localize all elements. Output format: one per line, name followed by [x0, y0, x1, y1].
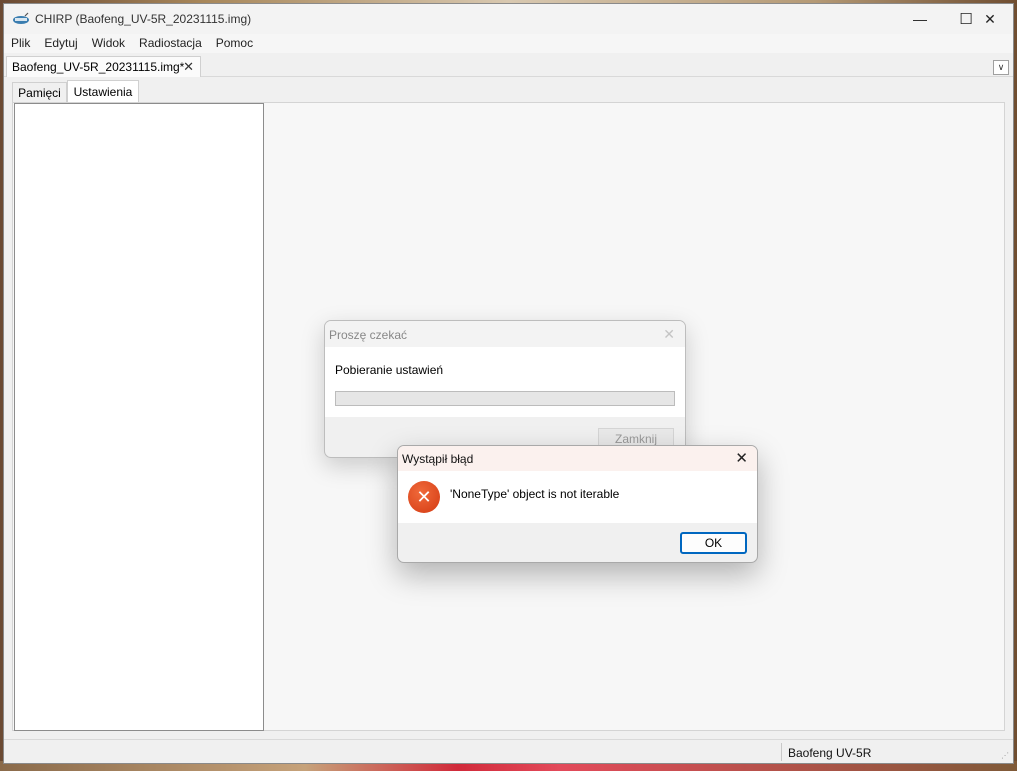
tab-ustawienia[interactable]: Ustawienia	[67, 80, 139, 102]
error-dialog-body: ✕ 'NoneType' object is not iterable	[398, 471, 757, 523]
error-dialog-title: Wystąpił błąd	[402, 452, 474, 466]
error-icon: ✕	[408, 481, 440, 513]
tab-pamieci-label: Pamięci	[18, 85, 61, 100]
progress-dialog-title: Proszę czekać	[329, 328, 408, 342]
document-tab-strip: Baofeng_UV-5R_20231115.img* ✕ ∨	[4, 53, 1013, 77]
tab-pamieci[interactable]: Pamięci	[12, 82, 67, 102]
close-icon: ✕	[984, 10, 996, 27]
error-dialog: Wystąpił błąd ✕ ✕ 'NoneType' object is n…	[397, 445, 758, 563]
window-title: CHIRP (Baofeng_UV-5R_20231115.img)	[35, 12, 252, 26]
resize-grip-icon[interactable]: ⋰	[1001, 751, 1011, 761]
menu-bar: Plik Edytuj Widok Radiostacja Pomoc	[4, 34, 1013, 53]
progress-dialog-titlebar[interactable]: Proszę czekać ✕	[325, 321, 685, 347]
settings-tree-panel[interactable]	[14, 103, 264, 731]
menu-widok[interactable]: Widok	[85, 34, 132, 53]
progress-dialog-body: Pobieranie ustawień	[325, 347, 685, 417]
progress-close-icon: ✕	[663, 326, 675, 342]
menu-radiostacja[interactable]: Radiostacja	[132, 34, 209, 53]
error-dialog-close-icon[interactable]: ✕	[735, 449, 748, 467]
progress-bar	[335, 391, 675, 406]
minimize-button[interactable]: —	[897, 4, 943, 34]
status-radio-model: Baofeng UV-5R	[788, 746, 872, 760]
ok-button[interactable]: OK	[680, 532, 747, 554]
title-bar[interactable]: CHIRP (Baofeng_UV-5R_20231115.img) — ☐ ✕	[4, 4, 1013, 34]
document-tab-label: Baofeng_UV-5R_20231115.img*	[12, 60, 185, 74]
minimize-icon: —	[913, 11, 927, 27]
error-message: 'NoneType' object is not iterable	[450, 487, 620, 501]
chevron-down-icon[interactable]: ∨	[993, 60, 1009, 75]
document-tab[interactable]: Baofeng_UV-5R_20231115.img* ✕	[6, 56, 201, 77]
status-main-section	[4, 743, 782, 761]
chirp-radio-icon	[13, 12, 29, 24]
menu-plik[interactable]: Plik	[4, 34, 37, 53]
tab-close-icon[interactable]: ✕	[183, 59, 194, 75]
menu-edytuj[interactable]: Edytuj	[37, 34, 84, 53]
status-bar: Baofeng UV-5R ⋰	[4, 739, 1013, 763]
close-button[interactable]: ✕	[967, 4, 1013, 34]
progress-message: Pobieranie ustawień	[335, 363, 444, 377]
tab-ustawienia-label: Ustawienia	[73, 84, 133, 99]
progress-dialog: Proszę czekać ✕ Pobieranie ustawień Zamk…	[324, 320, 686, 458]
menu-pomoc[interactable]: Pomoc	[209, 34, 260, 53]
error-dialog-titlebar[interactable]: Wystąpił błąd ✕	[398, 446, 757, 471]
